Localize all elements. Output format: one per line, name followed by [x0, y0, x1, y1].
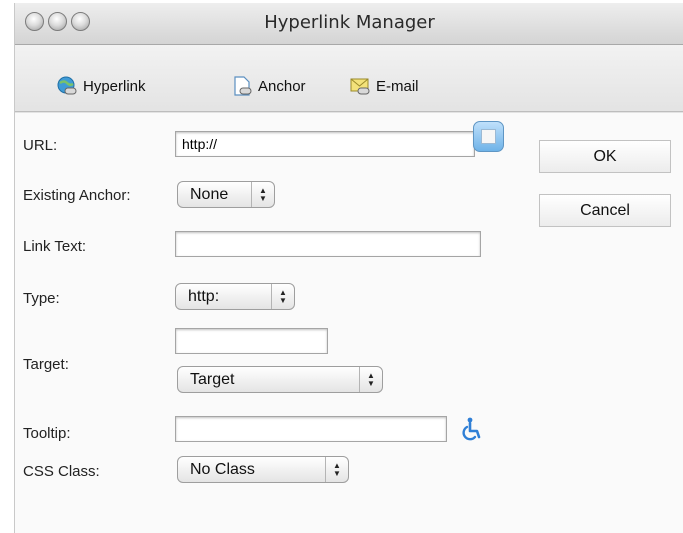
- browse-button[interactable]: [473, 121, 504, 152]
- tab-anchor[interactable]: Anchor: [231, 71, 306, 101]
- tooltip-input[interactable]: [175, 416, 447, 442]
- chevron-updown-icon: ▲ ▼: [271, 284, 294, 309]
- hyperlink-manager-window: Hyperlink Manager Hyperlink Anchor E-mai…: [14, 3, 683, 533]
- globe-link-icon: [57, 76, 77, 95]
- link-text-input[interactable]: [175, 231, 481, 257]
- chevron-updown-icon: ▲ ▼: [251, 182, 274, 207]
- target-select[interactable]: Target ▲ ▼: [177, 366, 383, 393]
- target-label: Target:: [23, 356, 69, 373]
- type-value: http:: [188, 287, 220, 305]
- url-input[interactable]: [175, 131, 475, 157]
- anchor-link-icon: [234, 76, 252, 96]
- tab-bar: Hyperlink Anchor E-mail: [15, 45, 683, 113]
- tab-email[interactable]: E-mail: [349, 71, 419, 101]
- chevron-updown-icon: ▲ ▼: [359, 367, 382, 392]
- link-text-label: Link Text:: [23, 238, 87, 255]
- type-select[interactable]: http: ▲ ▼: [175, 283, 295, 310]
- target-input[interactable]: [175, 328, 328, 354]
- tab-hyperlink[interactable]: Hyperlink: [56, 71, 146, 101]
- tab-divider: [15, 111, 683, 112]
- target-value: Target: [190, 370, 235, 388]
- css-class-value: No Class: [190, 460, 255, 478]
- css-class-label: CSS Class:: [23, 463, 100, 480]
- mail-link-icon: [350, 78, 370, 95]
- tab-hyperlink-label: Hyperlink: [83, 77, 146, 95]
- chevron-updown-icon: ▲ ▼: [325, 457, 348, 482]
- existing-anchor-select[interactable]: None ▲ ▼: [177, 181, 275, 208]
- ok-button[interactable]: OK: [539, 140, 671, 173]
- type-label: Type:: [23, 290, 60, 307]
- title-bar: Hyperlink Manager: [15, 3, 683, 45]
- accessibility-icon[interactable]: [458, 416, 484, 442]
- cancel-button[interactable]: Cancel: [539, 194, 671, 227]
- existing-anchor-label: Existing Anchor:: [23, 187, 131, 204]
- css-class-select[interactable]: No Class ▲ ▼: [177, 456, 349, 483]
- tooltip-label: Tooltip:: [23, 425, 71, 442]
- url-label: URL:: [23, 137, 58, 154]
- browse-file-icon: [481, 129, 496, 144]
- window-title: Hyperlink Manager: [264, 12, 435, 33]
- tab-email-label: E-mail: [376, 77, 419, 95]
- existing-anchor-value: None: [190, 185, 229, 203]
- tab-anchor-label: Anchor: [258, 77, 306, 95]
